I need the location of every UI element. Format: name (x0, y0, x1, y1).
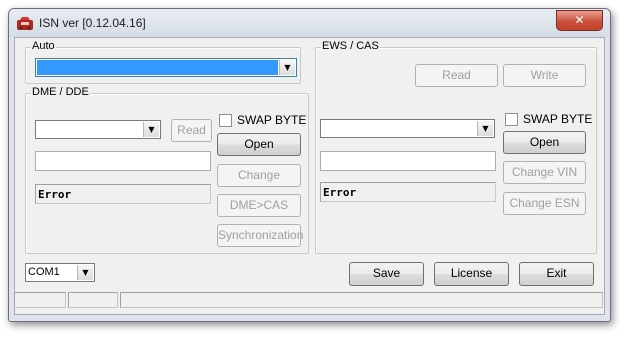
license-button[interactable]: License (434, 262, 509, 286)
ews-read-button[interactable]: Read (415, 64, 498, 87)
auto-legend: Auto (31, 40, 56, 52)
auto-mode-select[interactable]: ▼ (35, 58, 297, 77)
ews-group: EWS / CAS Read Write SWAP BYTE ▼ Open Ch… (315, 40, 597, 254)
ews-status-text: Error (320, 182, 496, 202)
com-port-value: COM1 (28, 266, 60, 278)
com-port-select[interactable]: COM1 ▼ (25, 263, 95, 282)
ews-swap-byte-checkbox[interactable] (505, 113, 518, 126)
window-title: ISN ver [0.12.04.16] (39, 16, 146, 30)
ews-device-select[interactable]: ▼ (320, 119, 495, 138)
exit-button[interactable]: Exit (519, 262, 594, 286)
title-bar[interactable]: ISN ver [0.12.04.16] ✕ (9, 9, 610, 37)
ews-write-button[interactable]: Write (503, 64, 586, 87)
auto-group: Auto ▼ (25, 40, 301, 84)
change-vin-button[interactable]: Change VIN (503, 161, 586, 184)
change-esn-button[interactable]: Change ESN (503, 192, 586, 215)
ews-legend: EWS / CAS (321, 40, 380, 52)
status-cell-2 (68, 292, 118, 308)
dme-open-button[interactable]: Open (217, 133, 301, 156)
synchronization-button[interactable]: Synchronization (217, 224, 303, 247)
chevron-down-icon[interactable]: ▼ (143, 122, 159, 137)
close-icon[interactable]: ✕ (574, 13, 584, 27)
dme-swap-byte-checkbox[interactable] (219, 114, 232, 127)
chevron-down-icon[interactable]: ▼ (279, 60, 295, 75)
dme-read-button[interactable]: Read (171, 119, 212, 142)
chevron-down-icon[interactable]: ▼ (477, 121, 493, 136)
ews-open-button[interactable]: Open (503, 131, 586, 154)
status-cell-1 (14, 292, 66, 308)
save-button[interactable]: Save (349, 262, 424, 286)
dme-legend: DME / DDE (31, 86, 90, 98)
ews-text-field[interactable] (320, 151, 496, 171)
close-button[interactable]: ✕ (556, 10, 603, 31)
dme-status-text: Error (35, 184, 211, 204)
auto-select-highlight (37, 60, 278, 75)
app-car-icon (17, 17, 33, 30)
dme-to-cas-button[interactable]: DME>CAS (217, 194, 301, 217)
dme-swap-byte-label: SWAP BYTE (237, 113, 307, 127)
client-area: Auto ▼ DME / DDE ▼ Read SWAP BYTE Open E… (14, 37, 605, 315)
status-cell-3 (120, 292, 603, 308)
chevron-down-icon[interactable]: ▼ (77, 265, 93, 280)
ews-swap-byte-label: SWAP BYTE (523, 112, 593, 126)
dme-change-button[interactable]: Change (217, 164, 301, 187)
app-window: ISN ver [0.12.04.16] ✕ Auto ▼ DME / DDE … (8, 8, 611, 322)
dme-group: DME / DDE ▼ Read SWAP BYTE Open Error Ch… (25, 86, 309, 254)
status-bar (14, 290, 603, 310)
dme-device-select[interactable]: ▼ (35, 120, 161, 139)
dme-text-field[interactable] (35, 151, 211, 171)
